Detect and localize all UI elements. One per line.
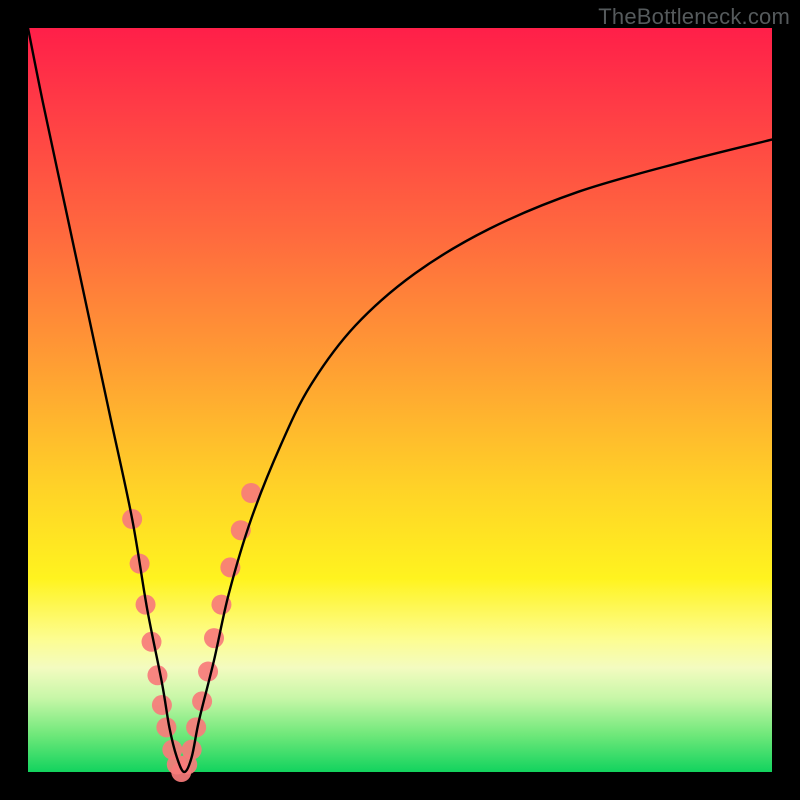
chart-frame: TheBottleneck.com — [0, 0, 800, 800]
marker-dot — [147, 665, 167, 685]
marker-dot — [152, 695, 172, 715]
bottleneck-curve — [28, 28, 772, 772]
marker-dot — [156, 717, 176, 737]
plot-area — [28, 28, 772, 772]
watermark-text: TheBottleneck.com — [598, 4, 790, 30]
marker-dot — [198, 662, 218, 682]
chart-svg — [28, 28, 772, 772]
marker-group — [122, 483, 261, 782]
